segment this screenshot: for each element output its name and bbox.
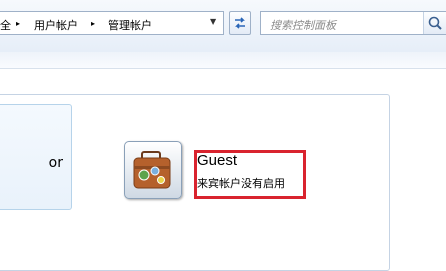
breadcrumb-item-manage-accounts[interactable]: 管理帐户 bbox=[108, 17, 152, 33]
breadcrumb-separator-icon[interactable]: ▸ bbox=[16, 19, 20, 28]
suitcase-icon bbox=[133, 151, 171, 189]
refresh-button[interactable] bbox=[229, 11, 251, 35]
refresh-icon bbox=[235, 17, 245, 29]
highlight-box bbox=[194, 150, 306, 199]
breadcrumb-item-user-accounts[interactable]: 用户帐户 bbox=[34, 17, 78, 33]
chevron-down-icon[interactable]: ▼ bbox=[210, 17, 216, 26]
address-bar: 全 ▸ 用户帐户 ▸ 管理帐户 ▼ 搜索控制面板 bbox=[0, 0, 446, 53]
toolbar-strip bbox=[0, 52, 446, 69]
account-card-admin[interactable]: or bbox=[0, 104, 72, 210]
search-input[interactable]: 搜索控制面板 bbox=[270, 17, 336, 33]
breadcrumb-separator-icon[interactable]: ▸ bbox=[91, 19, 95, 28]
guest-avatar[interactable] bbox=[124, 141, 182, 199]
breadcrumb-item-all[interactable]: 全 bbox=[0, 17, 11, 33]
account-name-fragment: or bbox=[48, 155, 63, 171]
search-button[interactable] bbox=[423, 12, 446, 34]
search-box[interactable]: 搜索控制面板 bbox=[260, 11, 446, 35]
breadcrumb[interactable]: 全 ▸ 用户帐户 ▸ 管理帐户 ▼ bbox=[0, 11, 224, 35]
search-icon bbox=[428, 16, 442, 30]
